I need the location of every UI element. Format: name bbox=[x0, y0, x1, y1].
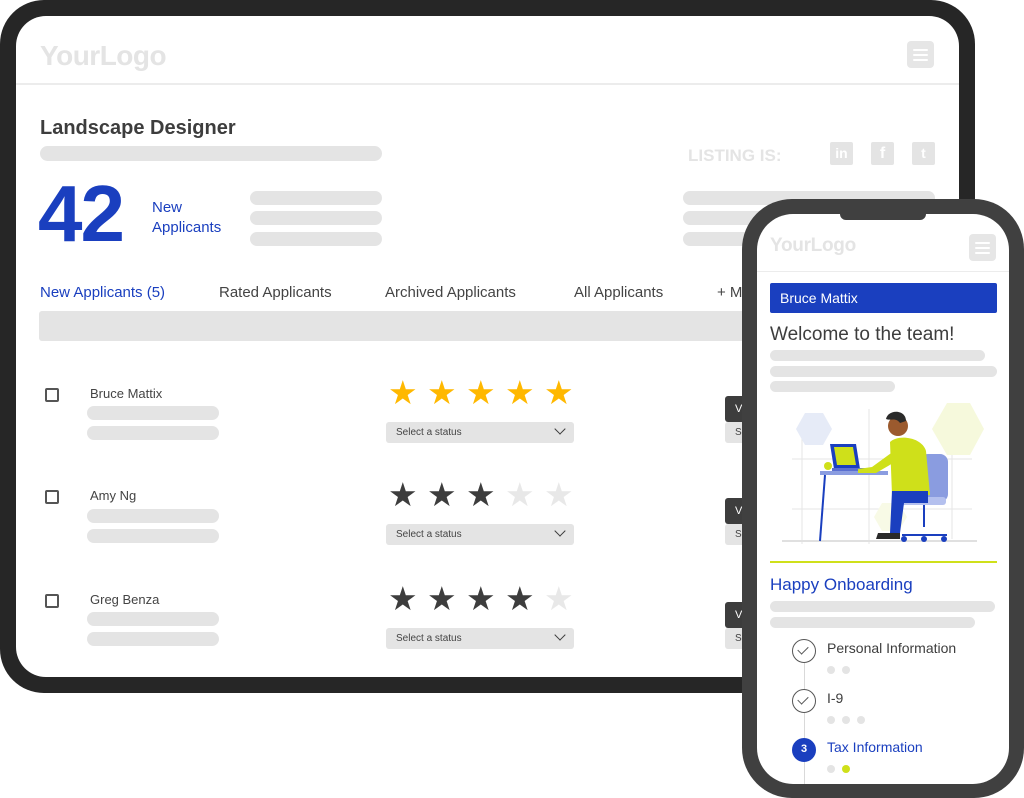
check-circle-icon bbox=[792, 639, 816, 663]
progress-dot-active bbox=[842, 765, 850, 773]
status-select-label: Select a status bbox=[396, 633, 462, 644]
welcome-heading: Welcome to the team! bbox=[770, 324, 955, 345]
applicant-checkbox[interactable] bbox=[45, 490, 59, 504]
star-filled-icon[interactable]: ★ bbox=[505, 376, 535, 409]
status-select[interactable]: Select a status bbox=[386, 628, 574, 649]
phone-header: YourLogo bbox=[757, 214, 1009, 272]
status-select-label: Select a status bbox=[396, 427, 462, 438]
hamburger-menu-icon[interactable] bbox=[969, 234, 996, 261]
star-filled-icon[interactable]: ★ bbox=[427, 478, 457, 511]
star-filled-icon[interactable]: ★ bbox=[388, 376, 418, 409]
progress-dot bbox=[827, 716, 835, 724]
hamburger-menu-icon[interactable] bbox=[907, 41, 934, 68]
placeholder-line bbox=[770, 366, 997, 377]
phone-logo: YourLogo bbox=[770, 235, 856, 256]
progress-dot bbox=[842, 666, 850, 674]
chevron-down-icon bbox=[554, 629, 566, 641]
placeholder-line bbox=[250, 191, 382, 205]
placeholder-line bbox=[87, 509, 219, 523]
progress-dot bbox=[827, 765, 835, 773]
star-filled-icon[interactable]: ★ bbox=[466, 582, 496, 615]
placeholder-line bbox=[87, 406, 219, 420]
status-select[interactable]: Select a status bbox=[386, 524, 574, 545]
applicant-name: Greg Benza bbox=[90, 592, 160, 607]
star-filled-icon[interactable]: ★ bbox=[466, 478, 496, 511]
star-filled-icon[interactable]: ★ bbox=[388, 478, 418, 511]
tablet-header: YourLogo bbox=[16, 16, 959, 85]
placeholder-line bbox=[87, 529, 219, 543]
star-empty-icon[interactable]: ★ bbox=[544, 582, 574, 615]
applicant-name: Amy Ng bbox=[90, 488, 137, 503]
user-name-banner: Bruce Mattix bbox=[770, 283, 997, 313]
tab-new-applicants[interactable]: New Applicants (5) bbox=[40, 284, 165, 301]
step-label: Personal Information bbox=[827, 640, 957, 656]
status-select[interactable]: Select a status bbox=[386, 422, 574, 443]
new-applicants-count: 42 bbox=[38, 169, 125, 258]
progress-dot bbox=[827, 666, 835, 674]
placeholder-line bbox=[87, 632, 219, 646]
desk-leg bbox=[819, 474, 826, 542]
tab-rated-applicants[interactable]: Rated Applicants bbox=[219, 284, 332, 301]
tab-all-applicants[interactable]: All Applicants bbox=[574, 284, 663, 301]
job-title: Landscape Designer bbox=[40, 117, 236, 139]
phone-screen: YourLogo Bruce Mattix Welcome to the tea… bbox=[757, 214, 1009, 784]
placeholder-line bbox=[87, 426, 219, 440]
check-circle-icon bbox=[792, 689, 816, 713]
progress-dot bbox=[842, 716, 850, 724]
placeholder-line bbox=[770, 617, 975, 628]
onboarding-steps: Personal Information I-9 3 Tax Informati… bbox=[792, 639, 1002, 784]
tab-archived-applicants[interactable]: Archived Applicants bbox=[385, 284, 516, 301]
star-filled-icon[interactable]: ★ bbox=[388, 582, 418, 615]
phone-device-frame: YourLogo Bruce Mattix Welcome to the tea… bbox=[742, 199, 1024, 798]
section-divider bbox=[770, 561, 997, 563]
placeholder-line bbox=[87, 612, 219, 626]
applicant-name: Bruce Mattix bbox=[90, 386, 163, 401]
person-shoes bbox=[876, 533, 900, 539]
step-label: Tax Information bbox=[827, 739, 923, 755]
step-label: I-9 bbox=[827, 690, 844, 706]
chevron-down-icon bbox=[554, 423, 566, 435]
linkedin-icon[interactable]: in bbox=[830, 142, 853, 165]
star-filled-icon[interactable]: ★ bbox=[505, 582, 535, 615]
star-filled-icon[interactable]: ★ bbox=[544, 376, 574, 409]
listing-label: LISTING IS: bbox=[688, 146, 782, 165]
placeholder-line bbox=[40, 146, 382, 161]
mug bbox=[824, 462, 832, 470]
star-filled-icon[interactable]: ★ bbox=[427, 582, 457, 615]
step-number-badge: 3 bbox=[792, 738, 816, 762]
star-filled-icon[interactable]: ★ bbox=[427, 376, 457, 409]
onboarding-step[interactable]: 3 Tax Information bbox=[792, 738, 1002, 778]
facebook-icon[interactable]: f bbox=[871, 142, 894, 165]
person-torso bbox=[890, 437, 930, 495]
new-applicants-label-line2: Applicants bbox=[152, 219, 222, 236]
status-select-label: Select a status bbox=[396, 529, 462, 540]
hexagon-blue bbox=[796, 413, 832, 445]
placeholder-line bbox=[770, 601, 995, 612]
tablet-logo: YourLogo bbox=[40, 40, 167, 71]
placeholder-line bbox=[770, 350, 985, 361]
star-filled-icon[interactable]: ★ bbox=[466, 376, 496, 409]
onboarding-step[interactable]: Personal Information bbox=[792, 639, 1002, 679]
star-empty-icon[interactable]: ★ bbox=[544, 478, 574, 511]
applicant-checkbox[interactable] bbox=[45, 594, 59, 608]
tab-more[interactable]: + M bbox=[717, 284, 742, 301]
hexagon-lime bbox=[932, 403, 984, 455]
onboarding-heading: Happy Onboarding bbox=[770, 575, 913, 594]
person-at-desk-illustration bbox=[782, 403, 984, 544]
placeholder-line bbox=[770, 381, 895, 392]
new-applicants-label: New Applicants bbox=[152, 198, 221, 238]
onboarding-step[interactable]: I-9 bbox=[792, 689, 1002, 729]
placeholder-line bbox=[250, 232, 382, 246]
progress-dot bbox=[857, 716, 865, 724]
chevron-down-icon bbox=[554, 525, 566, 537]
twitter-icon[interactable]: t bbox=[912, 142, 935, 165]
new-applicants-label-line1: New bbox=[152, 199, 183, 216]
person-legs bbox=[890, 491, 928, 533]
star-empty-icon[interactable]: ★ bbox=[505, 478, 535, 511]
placeholder-line bbox=[250, 211, 382, 225]
applicant-checkbox[interactable] bbox=[45, 388, 59, 402]
